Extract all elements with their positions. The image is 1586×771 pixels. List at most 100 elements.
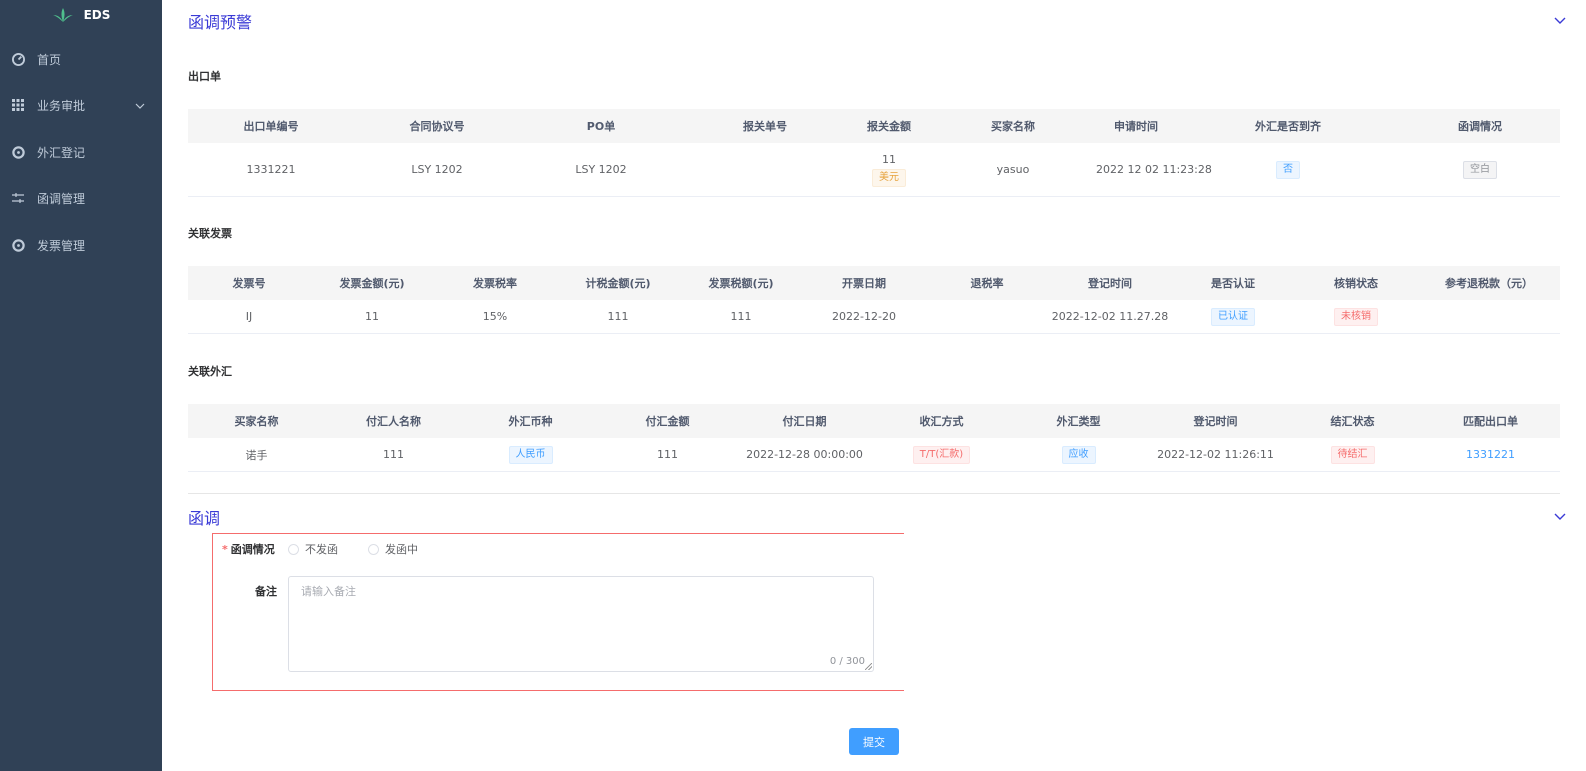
sidebar: EDS 首页 业务审批 外汇登记 函调管理 发票管理 bbox=[0, 0, 162, 771]
sidebar-item-label: 外汇登记 bbox=[37, 145, 86, 160]
certified-tag: 已认证 bbox=[1211, 307, 1255, 326]
column-header: 付汇人名称 bbox=[366, 415, 421, 428]
invoice-amount: 11 bbox=[365, 310, 379, 323]
invoice-date: 2022-12-20 bbox=[832, 310, 896, 323]
submit-button[interactable]: 提交 bbox=[849, 728, 899, 755]
export-subtitle: 出口单 bbox=[188, 70, 221, 83]
status-label-text: 函调情况 bbox=[230, 543, 275, 556]
taxable-amount: 111 bbox=[607, 310, 629, 323]
section-title-warning: 函调预警 bbox=[188, 13, 253, 32]
section-title-letter: 函调 bbox=[188, 509, 221, 528]
column-header: 参考退税款（元） bbox=[1445, 277, 1533, 290]
column-header: PO单 bbox=[586, 120, 616, 133]
invoice-subtitle: 关联发票 bbox=[188, 227, 232, 240]
sidebar-item-fx-register[interactable]: 外汇登记 bbox=[0, 129, 162, 175]
radio-sending-letter[interactable]: 发函中 bbox=[368, 541, 418, 557]
table-header: 买家名称 付汇人名称 外汇币种 付汇金额 付汇日期 收汇方式 外汇类型 登记时间… bbox=[188, 404, 1560, 438]
column-header: 申请时间 bbox=[1114, 120, 1158, 133]
export-table: 出口单编号 合同协议号 PO单 报关单号 报关金额 买家名称 申请时间 外汇是否… bbox=[188, 109, 1560, 197]
matched-export-link[interactable]: 1331221 bbox=[1421, 448, 1560, 461]
fx-currency-tag: 人民币 bbox=[508, 445, 553, 464]
sidebar-item-invoice-mgmt[interactable]: 发票管理 bbox=[0, 222, 162, 268]
sliders-icon bbox=[11, 191, 25, 205]
currency-tag: 美元 bbox=[872, 168, 906, 187]
column-header: 外汇是否到齐 bbox=[1255, 120, 1321, 133]
export-no: 1331221 bbox=[246, 163, 296, 176]
fx-settle-cell: 待结汇 bbox=[1284, 445, 1421, 464]
column-header: 出口单编号 bbox=[243, 120, 299, 133]
radio-no-letter[interactable]: 不发函 bbox=[288, 541, 338, 557]
column-header: 发票税率 bbox=[473, 277, 517, 290]
target-icon bbox=[11, 238, 25, 252]
table-header: 出口单编号 合同协议号 PO单 报关单号 报关金额 买家名称 申请时间 外汇是否… bbox=[188, 109, 1560, 143]
fx-type-cell: 应收 bbox=[1010, 445, 1147, 464]
fx-payer: 111 bbox=[383, 448, 404, 461]
buyer-name: yasuo bbox=[996, 163, 1030, 176]
fx-method-tag: T/T(汇款) bbox=[912, 445, 971, 464]
fx-table: 买家名称 付汇人名称 外汇币种 付汇金额 付汇日期 收汇方式 外汇类型 登记时间… bbox=[188, 404, 1560, 472]
column-header: 付汇金额 bbox=[645, 415, 690, 428]
resize-handle-icon[interactable] bbox=[865, 663, 872, 670]
column-header: 报关单号 bbox=[743, 120, 787, 133]
remark-label: 备注 bbox=[255, 585, 277, 598]
fx-buyer: 诺手 bbox=[245, 448, 268, 462]
column-header: 核销状态 bbox=[1334, 277, 1378, 290]
sidebar-item-label: 首页 bbox=[37, 52, 62, 67]
invoice-table: 发票号 发票金额(元) 发票税率 计税金额(元) 发票税额(元) 开票日期 退税… bbox=[188, 266, 1560, 334]
status-label: * 函调情况 bbox=[222, 541, 275, 557]
sidebar-item-home[interactable]: 首页 bbox=[0, 36, 162, 82]
column-header: 发票号 bbox=[232, 277, 266, 290]
column-header: 报关金额 bbox=[867, 120, 911, 133]
radio-label: 发函中 bbox=[385, 543, 418, 556]
table-header: 发票号 发票金额(元) 发票税率 计税金额(元) 发票税额(元) 开票日期 退税… bbox=[188, 266, 1560, 300]
column-header: 外汇币种 bbox=[508, 415, 553, 428]
column-header: 发票金额(元) bbox=[339, 277, 405, 290]
remark-placeholder: 请输入备注 bbox=[301, 585, 356, 598]
table-row: IJ 11 15% 111 111 2022-12-20 2022-12-02 … bbox=[188, 300, 1560, 334]
contract-no: LSY 1202 bbox=[411, 163, 463, 176]
section-divider bbox=[188, 493, 1560, 494]
column-header: 计税金额(元) bbox=[585, 277, 651, 290]
fx-method-cell: T/T(汇款) bbox=[873, 445, 1010, 464]
fx-complete-tag: 否 bbox=[1276, 160, 1300, 179]
fx-date: 2022-12-28 00:00:00 bbox=[746, 448, 863, 461]
fx-currency-cell: 人民币 bbox=[462, 445, 599, 464]
certified-cell: 已认证 bbox=[1172, 307, 1294, 326]
column-header: 收汇方式 bbox=[919, 415, 964, 428]
sidebar-item-approval[interactable]: 业务审批 bbox=[0, 82, 162, 128]
register-time: 2022-12-02 11.27.28 bbox=[1051, 310, 1169, 323]
radio-circle[interactable] bbox=[368, 543, 379, 555]
po-no: LSY 1202 bbox=[575, 163, 627, 176]
column-header: 登记时间 bbox=[1088, 277, 1132, 290]
fx-subtitle: 关联外汇 bbox=[188, 365, 232, 378]
collapse-chevron-icon[interactable] bbox=[1554, 14, 1566, 28]
logo[interactable]: EDS bbox=[0, 0, 162, 30]
column-header: 开票日期 bbox=[842, 277, 886, 290]
sidebar-item-letter-mgmt[interactable]: 函调管理 bbox=[0, 175, 162, 221]
radio-label: 不发函 bbox=[305, 543, 338, 556]
collapse-chevron-icon[interactable] bbox=[1554, 510, 1566, 524]
writeoff-cell: 未核销 bbox=[1294, 307, 1418, 326]
column-header: 发票税额(元) bbox=[708, 277, 774, 290]
sidebar-item-label: 函调管理 bbox=[37, 191, 86, 206]
remark-textarea[interactable]: 请输入备注 0 / 300 bbox=[288, 576, 874, 672]
letter-status-cell: 空白 bbox=[1400, 160, 1560, 179]
char-count: 0 / 300 bbox=[829, 656, 865, 667]
fx-register-time: 2022-12-02 11:26:11 bbox=[1157, 448, 1274, 461]
invoice-tax-rate: 15% bbox=[482, 310, 508, 323]
main-content: 函调预警 出口单 出口单编号 合同协议号 PO单 报关单号 报关金额 买家名称 … bbox=[162, 0, 1586, 771]
writeoff-tag: 未核销 bbox=[1334, 307, 1378, 326]
chevron-down-icon bbox=[135, 99, 145, 113]
customs-amount: 11 bbox=[882, 152, 896, 166]
target-icon bbox=[11, 145, 25, 159]
column-header: 结汇状态 bbox=[1330, 415, 1375, 428]
fx-amount: 111 bbox=[657, 448, 678, 461]
grid-icon bbox=[11, 98, 25, 112]
invoice-no: IJ bbox=[245, 310, 253, 323]
column-header: 买家名称 bbox=[991, 120, 1035, 133]
column-header: 匹配出口单 bbox=[1463, 415, 1518, 428]
apply-time: 2022 12 02 11:23:28 bbox=[1096, 163, 1212, 176]
fx-complete-cell: 否 bbox=[1176, 160, 1400, 179]
radio-circle[interactable] bbox=[288, 543, 299, 555]
column-header: 买家名称 bbox=[234, 415, 279, 428]
